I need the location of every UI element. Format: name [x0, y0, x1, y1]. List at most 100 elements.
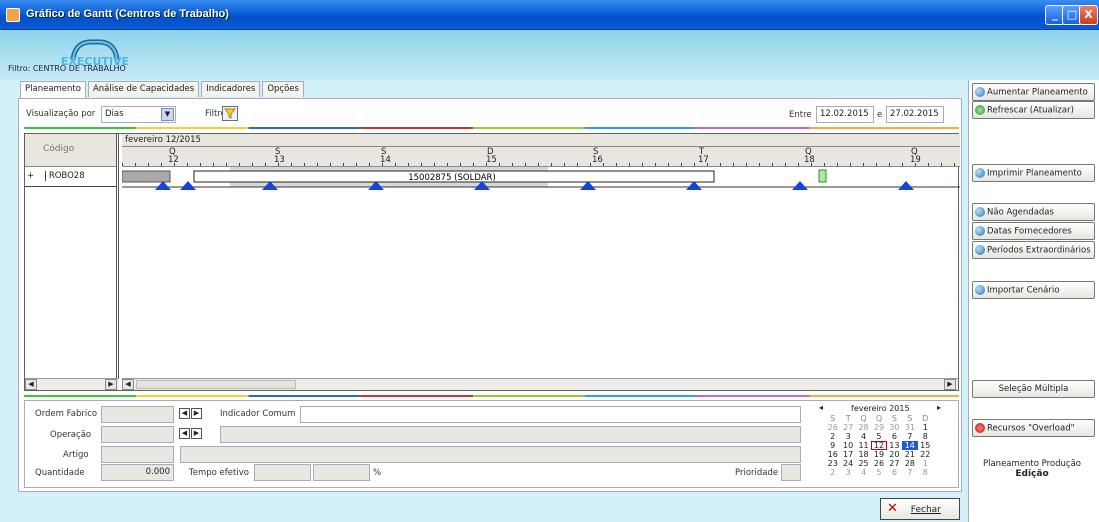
calendar-day[interactable]: 15 [918, 441, 933, 450]
view-select[interactable]: Dias ▼ [101, 106, 176, 123]
calendar-day[interactable]: 2 [825, 432, 840, 441]
calendar-day[interactable]: 21 [902, 450, 917, 459]
calendar-day[interactable]: 11 [856, 441, 871, 450]
tab-indicadores[interactable]: Indicadores [201, 81, 261, 97]
funnel-icon [223, 108, 237, 119]
calendar-day[interactable]: 3 [840, 468, 855, 477]
calendar-day[interactable]: 7 [902, 432, 917, 441]
chevron-down-icon[interactable]: ▼ [161, 108, 174, 121]
prioridade-label: Prioridade [735, 468, 779, 478]
calendar-day[interactable]: 25 [856, 459, 871, 468]
calendar-day[interactable]: 13 [887, 441, 902, 450]
scroll-left-icon[interactable]: ◀ [25, 379, 37, 390]
calendar-day[interactable]: 16 [825, 450, 840, 459]
timeline-scrollbar[interactable]: ◀ ▶ [122, 378, 958, 390]
tab-planeamento[interactable]: Planeamento [20, 81, 86, 99]
calendar-day[interactable]: 12 [871, 441, 887, 450]
filter-button[interactable] [222, 106, 238, 121]
calendar-day[interactable]: 23 [825, 459, 840, 468]
importar-cenario-button[interactable]: Importar Cenário [972, 281, 1095, 299]
calendar-weekday: Q [875, 414, 883, 423]
calendar-day[interactable]: 1 [918, 423, 933, 432]
aumentar-planeamento-button[interactable]: Aumentar Planeamento [972, 83, 1095, 101]
artigo-field[interactable] [101, 446, 174, 463]
calendar-day[interactable]: 31 [902, 423, 917, 432]
selecao-multipla-button[interactable]: Seleção Múltipla [972, 380, 1095, 398]
calendar-day[interactable]: 18 [856, 450, 871, 459]
prioridade-field [781, 464, 801, 481]
calendar-day[interactable]: 26 [825, 423, 840, 432]
periodos-label: Períodos Extraordinários [987, 245, 1091, 256]
calendar-next-icon[interactable]: ▸ [937, 403, 941, 412]
capacity-marker[interactable] [792, 181, 808, 190]
calendar-prev-icon[interactable]: ◂ [819, 403, 823, 412]
resource-row[interactable]: + ROBO28 [25, 167, 116, 187]
calendar-day[interactable]: 27 [887, 459, 902, 468]
prev-arrow-icon[interactable]: ◀ [179, 428, 190, 439]
capacity-marker[interactable] [474, 181, 490, 190]
capacity-marker[interactable] [368, 181, 384, 190]
date-from-field[interactable]: 12.02.2015 [816, 106, 874, 123]
date-to-field[interactable]: 27.02.2015 [886, 106, 944, 123]
calendar-day[interactable]: 19 [871, 450, 886, 459]
capacity-marker[interactable] [262, 181, 278, 190]
nao-agendadas-button[interactable]: Não Agendadas [972, 203, 1095, 221]
calendar-day[interactable]: 30 [887, 423, 902, 432]
close-button[interactable]: X [1079, 5, 1098, 25]
calendar-day[interactable]: 8 [918, 468, 933, 477]
list-icon [975, 207, 985, 217]
periodos-extraordinarios-button[interactable]: Períodos Extraordinários [972, 241, 1095, 259]
filter-label: Filtro: CENTRO DE TRABALHO [8, 64, 126, 73]
calendar-day[interactable]: 6 [887, 468, 902, 477]
row-expander[interactable]: + [27, 171, 34, 181]
indicador-comum-field[interactable] [300, 406, 801, 423]
calendar-day[interactable]: 27 [840, 423, 855, 432]
calendar-day[interactable]: 10 [840, 441, 855, 450]
ordem-fabrico-field[interactable] [101, 406, 174, 423]
indicador-comum-label: Indicador Comum [220, 409, 296, 419]
tab-analise-capacidades[interactable]: Análise de Capacidades [87, 81, 200, 97]
calendar-day[interactable]: 6 [887, 432, 902, 441]
calendar-day[interactable]: 22 [918, 450, 933, 459]
refrescar-button[interactable]: Refrescar (Atualizar) [972, 101, 1095, 119]
mini-calendar: ◂ fevereiro 2015 ▸ S T Q Q S S D 26 27 28 29 30 31 1 2… [819, 403, 947, 487]
datas-fornecedores-button[interactable]: Datas Fornecedores [972, 222, 1095, 240]
next-arrow-icon[interactable]: ▶ [191, 428, 202, 439]
calendar-day[interactable]: 20 [887, 450, 902, 459]
capacity-marker[interactable] [580, 181, 596, 190]
capacity-marker[interactable] [155, 181, 171, 190]
calendar-day[interactable]: 3 [840, 432, 855, 441]
calendar-day[interactable]: 4 [856, 468, 871, 477]
calendar-day[interactable]: 14 [902, 441, 918, 450]
calendar-day[interactable]: 9 [825, 441, 840, 450]
left-scrollbar[interactable]: ◀ ▶ [25, 378, 119, 390]
prev-arrow-icon[interactable]: ◀ [179, 408, 190, 419]
calendar-day[interactable]: 1 [918, 459, 933, 468]
scroll-left-icon[interactable]: ◀ [122, 379, 134, 390]
scroll-thumb[interactable] [136, 380, 296, 389]
scroll-right-icon[interactable]: ▶ [105, 379, 117, 390]
tab-opcoes[interactable]: Opções [262, 81, 304, 97]
calendar-day[interactable]: 28 [856, 423, 871, 432]
calendar-day[interactable]: 26 [871, 459, 886, 468]
calendar-day[interactable]: 7 [902, 468, 917, 477]
calendar-day[interactable]: 17 [840, 450, 855, 459]
calendar-day[interactable]: 2 [825, 468, 840, 477]
calendar-day[interactable]: 24 [840, 459, 855, 468]
capacity-marker[interactable] [180, 181, 196, 190]
calendar-day[interactable]: 5 [871, 432, 886, 441]
operacao-field[interactable] [101, 426, 174, 443]
capacity-marker[interactable] [898, 181, 914, 190]
calendar-day[interactable]: 29 [871, 423, 886, 432]
calendar-day[interactable]: 8 [918, 432, 933, 441]
imprimir-planeamento-button[interactable]: Imprimir Planeamento [972, 164, 1095, 182]
calendar-day[interactable]: 4 [856, 432, 871, 441]
calendar-day[interactable]: 5 [871, 468, 886, 477]
fechar-button[interactable]: ✕ Fechar [880, 498, 960, 520]
recursos-overload-button[interactable]: Recursos "Overload" [972, 419, 1095, 437]
next-arrow-icon[interactable]: ▶ [191, 408, 202, 419]
capacity-marker[interactable] [686, 181, 702, 190]
tab-strip: Planeamento Análise de Capacidades Indicad… [20, 81, 306, 99]
calendar-day[interactable]: 28 [902, 459, 917, 468]
scroll-right-icon[interactable]: ▶ [944, 379, 956, 390]
